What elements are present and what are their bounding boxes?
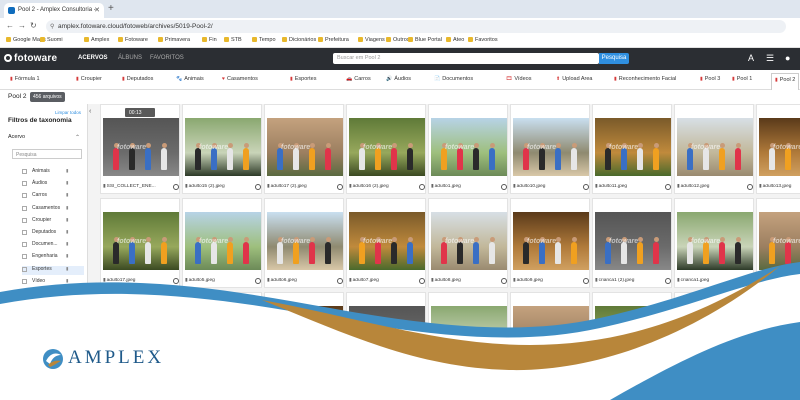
amplex-logo-icon <box>43 349 63 369</box>
decorative-wave <box>0 262 800 400</box>
amplex-brand-text: AMPLEX <box>68 347 165 368</box>
screenshot-root: Pool 2 - Amplex Consultoria - ✕ + ← → ↻ … <box>0 0 800 400</box>
